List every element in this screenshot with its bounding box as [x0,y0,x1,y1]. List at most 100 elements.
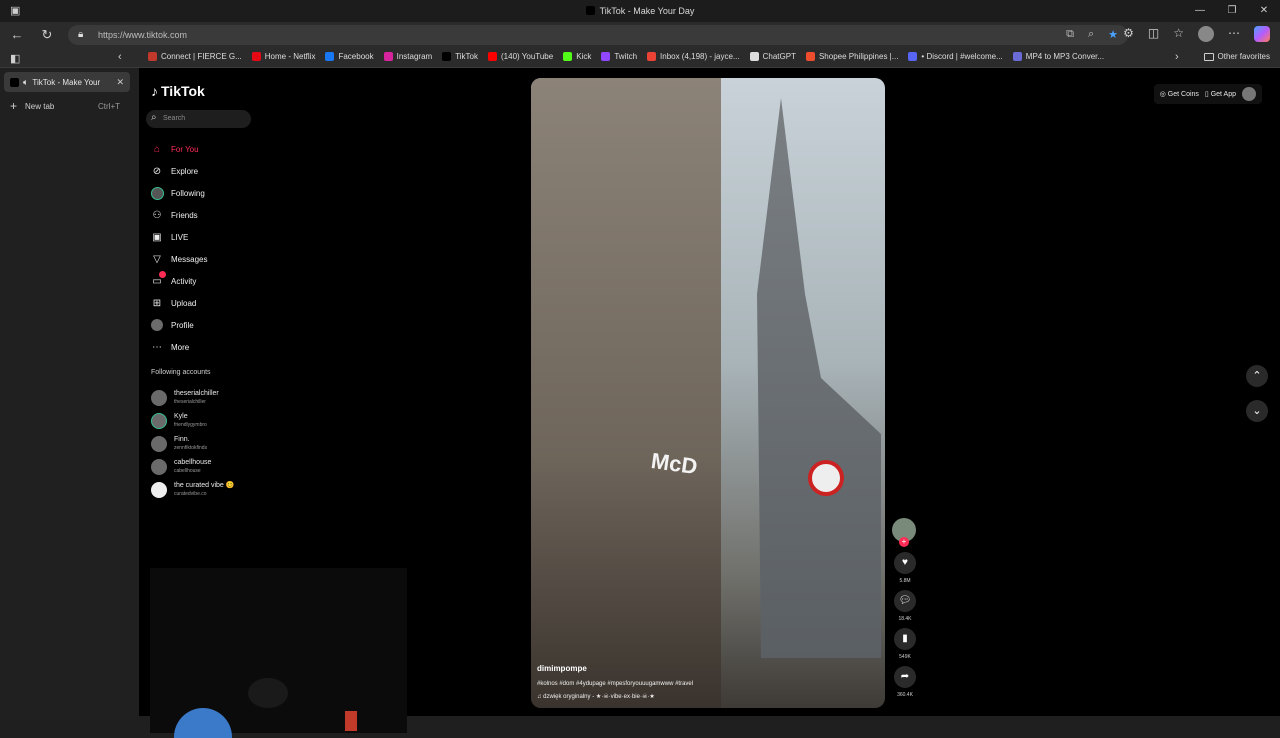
following-accounts-heading: Following accounts [151,369,211,376]
split-screen-icon[interactable]: ◫ [1148,26,1159,42]
close-tab-icon[interactable]: ✕ [116,77,124,88]
sidebar-item-explore[interactable]: ⊘ Explore [150,160,207,182]
other-favorites-label: Other favorites [1217,52,1270,61]
extensions-icon[interactable]: ⚙ [1123,26,1134,42]
sidebar-item-activity[interactable]: ▭ Activity [150,270,207,292]
vertical-tabs-icon[interactable]: ◧ [10,52,20,65]
video-player[interactable]: McD dimimpompe #kolnos #dom #4ydupage #m… [531,78,885,708]
logo-text: TikTok [161,83,205,99]
url-text[interactable]: https://www.tiktok.com [98,30,187,40]
search-input[interactable]: ⌕ Search [146,110,251,128]
new-tab-button[interactable]: + New tab Ctrl+T [10,99,130,113]
tiktok-logo[interactable]: ♪ TikTok [151,83,205,99]
sidebar-item-live[interactable]: ▣ LIVE [150,226,207,248]
chevron-left-icon[interactable]: ‹ [118,51,122,63]
favorites-list: Connect | FIERCE G... Home - Netflix Faceb… [148,52,1104,61]
webcam-overlay [150,568,407,738]
sidebar-item-following[interactable]: Following [150,182,207,204]
lock-icon[interactable]: 🔒︎ [78,29,90,41]
tiktok-favicon [10,77,19,87]
follow-plus-icon[interactable]: + [899,537,909,547]
chevron-right-icon[interactable]: › [1175,51,1179,63]
back-button[interactable]: ← [8,26,26,44]
following-account[interactable]: cabellhouse cabellhouse [151,455,234,478]
avatar-icon [150,186,164,200]
account-handle: cabellhouse [174,467,201,474]
following-account[interactable]: Finn. zennfiktokfinds [151,432,234,455]
profile-avatar[interactable] [1198,26,1214,42]
account-avatar [151,481,167,498]
favorite-item[interactable]: Inbox (4,198) - jayce... [647,52,740,61]
favorite-item[interactable]: Facebook [325,52,374,61]
restore-button[interactable]: ❐ [1216,0,1248,22]
plus-icon: + [10,99,18,113]
user-avatar[interactable] [1242,87,1256,101]
favorite-item[interactable]: MP4 to MP3 Conver... [1012,52,1104,61]
share-icon[interactable]: ➦ [894,666,916,688]
tab-tiktok[interactable]: 🔈︎ TikTok - Make Your ✕ [4,72,130,92]
refresh-button[interactable]: ↻ [38,26,56,44]
favorite-item[interactable]: (140) YouTube [488,52,553,61]
previous-video-button[interactable]: ⌃ [1246,365,1268,387]
favorites-icon[interactable]: ☆ [1173,26,1184,42]
following-account[interactable]: theserialchiller theserialchiller [151,386,234,409]
copilot-icon[interactable] [1254,26,1270,42]
account-name: Kyle [174,412,188,420]
favorite-item[interactable]: Instagram [383,52,432,61]
tiktok-page: ♪ TikTok ⌕ Search ⌂ For You ⊘ Explore Followi… [139,68,1280,738]
video-music[interactable]: ♫ dzwięk oryginalny - ★·☠·vibe·ex·bie·☠·… [537,693,837,700]
bookmark-icon[interactable]: ▮ [894,628,916,650]
heart-icon[interactable]: ♥ [894,552,916,574]
tab-label: TikTok - Make Your [32,77,101,87]
sidebar-item-messages[interactable]: ▽ Messages [150,248,207,270]
comment-icon[interactable]: 💬︎ [894,590,916,612]
search-placeholder: Search [163,115,186,122]
profile-icon [150,318,164,332]
favorite-icon [148,52,157,61]
sidebar-item-label: LIVE [171,232,189,242]
next-video-button[interactable]: ⌄ [1246,400,1268,422]
messages-icon: ▽ [153,253,161,265]
new-tab-shortcut: Ctrl+T [98,102,120,111]
minimize-button[interactable]: — [1184,0,1216,22]
favorite-icon [647,52,657,61]
close-button[interactable]: ✕ [1248,0,1280,22]
settings-more-icon[interactable]: ⋯ [1228,26,1240,42]
favorite-item[interactable]: Twitch [601,52,637,61]
account-avatar [151,412,167,429]
creator-avatar[interactable]: + [892,518,916,547]
speaker-icon[interactable]: 🔈︎ [23,77,28,88]
video-username[interactable]: dimimpompe [537,664,837,673]
account-handle: theserialchiller [174,398,206,405]
favorite-item[interactable]: Shopee Philippines |... [805,52,898,61]
open-in-app-icon[interactable]: ⧉ [1066,28,1074,41]
sidebar-item-upload[interactable]: ⊞ Upload [150,292,207,314]
video-description[interactable]: #kolnos #dom #4ydupage #mpesforyouuugamw… [537,681,837,687]
account-name: Finn. [174,435,190,443]
favorite-item[interactable]: • Discord | #welcome... [908,52,1003,61]
sidebar-item-friends[interactable]: ⚇ Friends [150,204,207,226]
favorite-icon [325,52,335,61]
favorite-item[interactable]: TikTok [442,52,478,61]
following-account[interactable]: the curated vibe 😊 curatedvibe.co [151,478,234,501]
like-count: 5.8M [899,578,911,584]
favorite-item[interactable]: Kick [563,52,591,61]
favorite-icon [749,52,759,61]
get-coins-button[interactable]: ◎ Get Coins [1160,90,1199,98]
following-account[interactable]: Kyle friendlygymbro [151,409,234,432]
browser-toolbar: ← ↻ 🔒︎ https://www.tiktok.com ⧉ ⌕ ★ ⚙ ◫ … [0,22,1280,48]
save-count: 549K [899,654,911,660]
new-tab-label: New tab [25,102,55,111]
address-bar[interactable]: 🔒︎ https://www.tiktok.com ⧉ ⌕ ★ [68,25,1128,45]
favorite-star-icon[interactable]: ★ [1108,28,1118,41]
favorite-item[interactable]: ChatGPT [749,52,796,61]
chevron-up-icon: ⌃ [1252,370,1262,382]
sidebar-item-for-you[interactable]: ⌂ For You [150,138,207,160]
favorite-item[interactable]: Connect | FIERCE G... [148,52,242,61]
zoom-icon[interactable]: ⌕ [1088,28,1094,41]
sidebar-item-profile[interactable]: Profile [150,314,207,336]
get-app-button[interactable]: ▯ Get App [1205,90,1236,98]
other-favorites[interactable]: Other favorites [1203,52,1270,61]
favorite-item[interactable]: Home - Netflix [251,52,315,61]
sidebar-item-more[interactable]: ⋯ More [150,336,207,358]
